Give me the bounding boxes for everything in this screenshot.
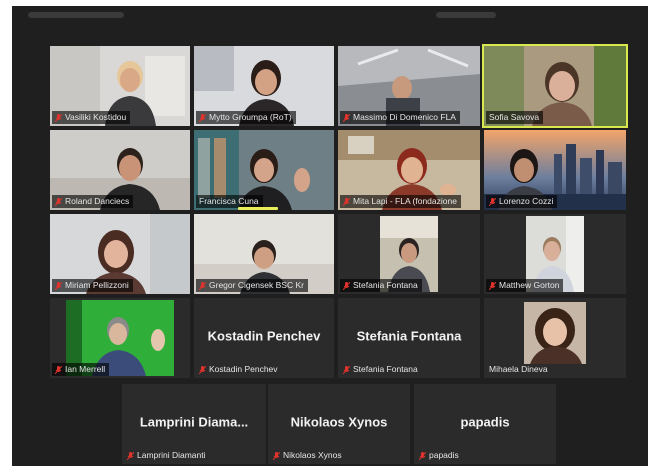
participant-tile[interactable]: Massimo Di Domenico FLA (338, 46, 480, 126)
participant-name: Kostadin Penchev (209, 364, 278, 374)
participant-display-name: Lamprini Diama... (139, 414, 249, 430)
speaking-indicator (238, 207, 278, 210)
participant-display-name: Nikolaos Xynos (290, 414, 388, 430)
participant-tile[interactable]: Matthew Gorton (484, 214, 626, 294)
participant-tile[interactable]: Lorenzo Cozzi (484, 130, 626, 210)
participant-name: Gregor Cigensek BSC Kr (209, 280, 304, 290)
participant-name-tag: Mita Lapi - FLA (fondazione (340, 195, 461, 208)
participant-display-name: papadis (460, 414, 510, 430)
mic-muted-icon (199, 365, 206, 374)
participant-video (524, 302, 586, 364)
mic-muted-icon (343, 281, 350, 290)
participant-name: Mita Lapi - FLA (fondazione (353, 196, 457, 206)
participant-name-tag: papadis (416, 449, 463, 462)
participant-tile[interactable]: papadis papadis (414, 384, 556, 464)
participant-tile[interactable]: Mihaela Dineva (484, 298, 626, 378)
participant-tile[interactable]: Nikolaos Xynos Nikolaos Xynos (268, 384, 410, 464)
participant-name-tag: Stefania Fontana (340, 279, 422, 292)
participant-tile[interactable]: Mita Lapi - FLA (fondazione (338, 130, 480, 210)
mic-muted-icon (343, 365, 350, 374)
mic-muted-icon (419, 451, 426, 460)
mic-muted-icon (55, 365, 62, 374)
mic-muted-icon (199, 281, 206, 290)
participant-name-tag: Gregor Cigensek BSC Kr (196, 279, 308, 292)
participant-name: Lorenzo Cozzi (499, 196, 554, 206)
participant-display-name: Kostadin Penchev (207, 328, 321, 344)
participant-display-name: Stefania Fontana (356, 328, 462, 344)
participant-name: Nikolaos Xynos (283, 450, 342, 460)
participant-name-tag: Roland Danciecs (52, 195, 134, 208)
participant-name-tag: Massimo Di Domenico FLA (340, 111, 460, 124)
participant-name-tag: Sofia Savova (486, 111, 544, 124)
participant-name: Mytto Groumpa (RoT) (209, 112, 292, 122)
mic-muted-icon (489, 197, 496, 206)
participant-name-tag: Ian Merrell (52, 363, 110, 376)
participant-tile[interactable]: Roland Danciecs (50, 130, 190, 210)
mic-muted-icon (55, 113, 62, 122)
participant-name-tag: Lamprini Diamanti (124, 449, 210, 462)
participant-name-tag: Mihaela Dineva (486, 363, 552, 376)
mic-muted-icon (199, 113, 206, 122)
participant-name: Vasiliki Kostidou (65, 112, 127, 122)
participant-tile[interactable]: Miriam Pellizzoni (50, 214, 190, 294)
meeting-gallery-view: Vasiliki Kostidou Mytto Groumpa (RoT) Ma… (12, 6, 648, 466)
participant-tile[interactable]: Lamprini Diama... Lamprini Diamanti (122, 384, 266, 464)
participant-tile[interactable]: Gregor Cigensek BSC Kr (194, 214, 334, 294)
participant-tile-active-speaker[interactable]: Sofia Savova (482, 44, 628, 128)
participant-name-tag: Matthew Gorton (486, 279, 564, 292)
participant-tile[interactable]: Stefania Fontana Stefania Fontana (338, 298, 480, 378)
participant-tile[interactable]: Kostadin Penchev Kostadin Penchev (194, 298, 334, 378)
mic-muted-icon (55, 281, 62, 290)
participant-name: Stefania Fontana (353, 280, 418, 290)
participant-name: Lamprini Diamanti (137, 450, 206, 460)
participant-name: Ian Merrell (65, 364, 106, 374)
participant-name: Mihaela Dineva (489, 364, 548, 374)
participant-name: Massimo Di Domenico FLA (353, 112, 456, 122)
participant-name: Stefania Fontana (353, 364, 418, 374)
participant-name: Miriam Pellizzoni (65, 280, 129, 290)
participant-name-tag: Mytto Groumpa (RoT) (196, 111, 296, 124)
participant-name: papadis (429, 450, 459, 460)
participant-tile[interactable]: Ian Merrell (50, 298, 190, 378)
participant-name-tag: Stefania Fontana (340, 363, 422, 376)
participant-name-tag: Kostadin Penchev (196, 363, 282, 376)
mic-muted-icon (55, 197, 62, 206)
mic-muted-icon (343, 197, 350, 206)
participant-tile[interactable]: Stefania Fontana (338, 214, 480, 294)
toolbar-element[interactable] (28, 12, 124, 18)
participant-name: Sofia Savova (489, 112, 540, 122)
mic-muted-icon (343, 113, 350, 122)
participant-name-tag: Lorenzo Cozzi (486, 195, 558, 208)
participant-name-tag: Nikolaos Xynos (270, 449, 346, 462)
mic-muted-icon (489, 281, 496, 290)
participant-name-tag: Vasiliki Kostidou (52, 111, 131, 124)
participant-tile[interactable]: Francisca Cuna (194, 130, 334, 210)
mic-muted-icon (127, 451, 134, 460)
mic-muted-icon (273, 451, 280, 460)
participant-name: Roland Danciecs (65, 196, 130, 206)
participant-name-tag: Miriam Pellizzoni (52, 279, 133, 292)
participant-name: Matthew Gorton (499, 280, 560, 290)
toolbar-element[interactable] (436, 12, 496, 18)
participant-tile[interactable]: Mytto Groumpa (RoT) (194, 46, 334, 126)
participant-tile[interactable]: Vasiliki Kostidou (50, 46, 190, 126)
